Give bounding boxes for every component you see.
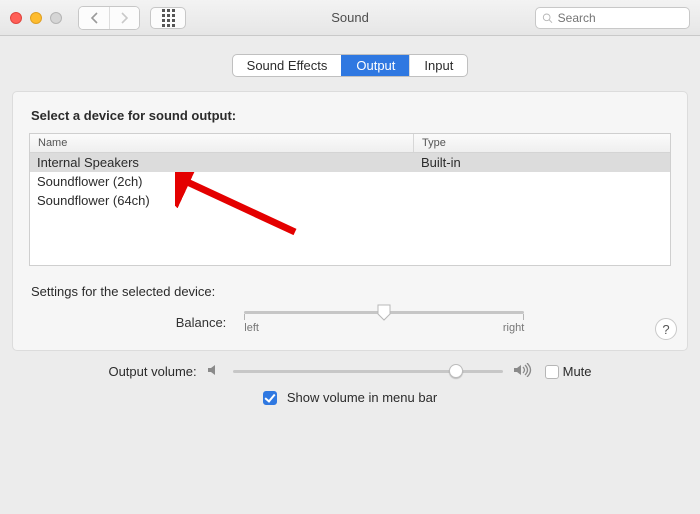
tab-output[interactable]: Output: [341, 55, 409, 76]
help-button[interactable]: ?: [655, 318, 677, 340]
device-type: [414, 191, 670, 210]
chevron-right-icon: [120, 12, 129, 24]
device-table: Name Type Internal Speakers Built-in Sou…: [29, 133, 671, 266]
table-row[interactable]: Soundflower (2ch): [30, 172, 670, 191]
show-volume-checkbox[interactable]: [263, 391, 277, 405]
table-header: Name Type: [30, 134, 670, 153]
search-field-wrap[interactable]: [535, 7, 690, 29]
device-type: Built-in: [414, 153, 670, 172]
chevron-left-icon: [90, 12, 99, 24]
footer: Output volume: Mute Show volume in menu …: [0, 351, 700, 411]
device-name: Soundflower (2ch): [30, 172, 414, 191]
show-volume-label: Show volume in menu bar: [287, 390, 437, 405]
minimize-icon[interactable]: [30, 12, 42, 24]
output-volume-label: Output volume:: [108, 364, 196, 379]
tab-sound-effects[interactable]: Sound Effects: [233, 55, 342, 76]
column-type[interactable]: Type: [414, 134, 670, 152]
mute-checkbox[interactable]: [545, 365, 559, 379]
window-title: Sound: [331, 10, 369, 25]
balance-thumb[interactable]: [376, 304, 392, 321]
zoom-icon: [50, 12, 62, 24]
content-area: Sound Effects Output Input Select a devi…: [0, 36, 700, 351]
close-icon[interactable]: [10, 12, 22, 24]
device-name: Soundflower (64ch): [30, 191, 414, 210]
mute-label: Mute: [563, 364, 592, 379]
output-panel: Select a device for sound output: Name T…: [12, 91, 688, 351]
show-all-prefs-button[interactable]: [150, 7, 186, 29]
mute-control[interactable]: Mute: [545, 364, 592, 379]
grid-icon: [162, 9, 175, 27]
search-icon: [542, 12, 553, 24]
window-controls: [10, 12, 62, 24]
balance-right-label: right: [503, 322, 524, 334]
table-row[interactable]: Soundflower (64ch): [30, 191, 670, 210]
forward-button[interactable]: [109, 7, 139, 29]
table-row[interactable]: Internal Speakers Built-in: [30, 153, 670, 172]
output-volume-row: Output volume: Mute: [12, 363, 688, 380]
device-type: [414, 172, 670, 191]
show-in-menu-bar-control[interactable]: Show volume in menu bar: [12, 390, 688, 405]
speaker-min-icon: [207, 363, 223, 380]
balance-slider[interactable]: left right: [244, 311, 524, 334]
back-button[interactable]: [79, 7, 109, 29]
nav-buttons: [78, 6, 140, 30]
balance-control: Balance: left right: [29, 311, 671, 334]
tab-bar: Sound Effects Output Input: [12, 54, 688, 77]
column-name[interactable]: Name: [30, 134, 414, 152]
volume-thumb[interactable]: [449, 364, 463, 378]
volume-slider[interactable]: [233, 370, 503, 373]
table-body: Internal Speakers Built-in Soundflower (…: [30, 153, 670, 265]
tab-input[interactable]: Input: [409, 55, 467, 76]
settings-heading: Settings for the selected device:: [31, 284, 669, 299]
balance-label: Balance:: [176, 315, 227, 330]
panel-heading: Select a device for sound output:: [31, 108, 669, 123]
device-name: Internal Speakers: [30, 153, 414, 172]
balance-left-label: left: [244, 322, 259, 334]
search-input[interactable]: [558, 11, 683, 25]
speaker-max-icon: [513, 363, 535, 380]
titlebar: Sound: [0, 0, 700, 36]
